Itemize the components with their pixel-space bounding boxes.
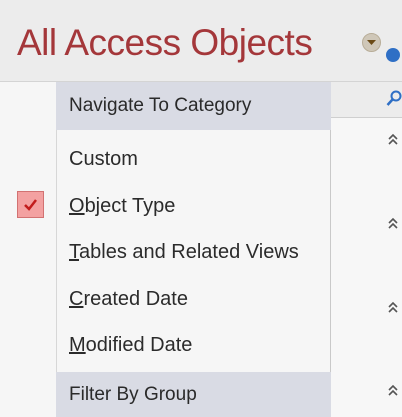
menu-item-tables-and-related-views[interactable]: Tables and Related Views bbox=[0, 231, 330, 275]
pane-dropdown-button[interactable] bbox=[362, 33, 381, 52]
checkmark-icon bbox=[24, 199, 37, 211]
menu-item-label: Modified Date bbox=[69, 334, 193, 356]
menu-item-label: Object Type bbox=[69, 195, 176, 217]
menu-header-navigate-to-category: Navigate To Category bbox=[56, 82, 331, 130]
menu-item-label: Tables and Related Views bbox=[69, 241, 299, 263]
search-icon bbox=[386, 90, 402, 106]
menu-item-custom[interactable]: Custom bbox=[0, 138, 330, 182]
navigation-menu: Navigate To Category Custom Object Type … bbox=[0, 82, 331, 417]
pane-title[interactable]: All Access Objects bbox=[17, 24, 313, 61]
checked-indicator bbox=[17, 191, 44, 218]
menu-item-modified-date[interactable]: Modified Date bbox=[0, 324, 330, 368]
menu-item-object-type[interactable]: Object Type bbox=[0, 185, 330, 229]
double-chevron-up-icon[interactable] bbox=[386, 301, 400, 315]
navigation-pane-header: All Access Objects bbox=[0, 0, 402, 82]
search-bar[interactable] bbox=[331, 82, 402, 118]
double-chevron-up-icon[interactable] bbox=[386, 133, 400, 147]
menu-item-created-date[interactable]: Created Date bbox=[0, 278, 330, 322]
cursor-indicator bbox=[386, 48, 400, 62]
menu-header-filter-by-group: Filter By Group bbox=[56, 372, 331, 417]
chevron-down-icon bbox=[367, 40, 376, 45]
double-chevron-up-icon[interactable] bbox=[386, 217, 400, 231]
menu-item-label: Created Date bbox=[69, 288, 188, 310]
double-chevron-up-icon[interactable] bbox=[386, 384, 400, 398]
menu-item-label: Custom bbox=[69, 148, 138, 170]
